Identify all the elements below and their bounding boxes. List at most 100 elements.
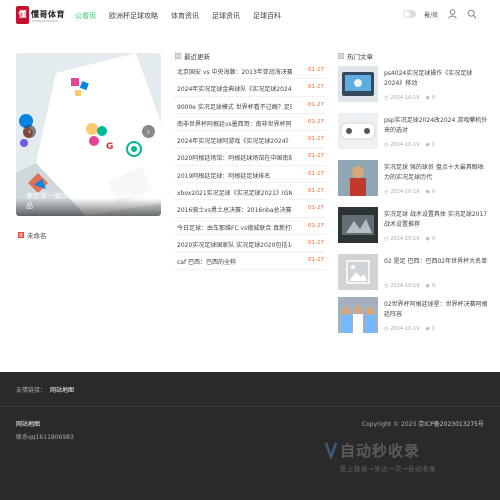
list-item-title[interactable]: 2020阿根廷场馆：阿根廷球场馆在中国南部 <box>177 153 292 162</box>
list-item[interactable]: 实况足球 强的球员 盘点十大最具眼收力的实况足球历代 ◷ 2024-10-19 ◉ 0 <box>338 160 488 200</box>
slider-prev-button[interactable]: ‹ <box>23 125 36 138</box>
site-header: 懂 懂哥体育 DONGGE SPORTS 公看页 欧洲杯足球攻略 体育资讯 足球… <box>0 0 500 34</box>
hot-item-meta: ◷ 2024-10-19 ◉ 0 <box>384 326 435 332</box>
list-item-title[interactable]: 2024年实况足球金典球队《实况足球2024》... <box>177 84 292 93</box>
featured-slider[interactable]: G ‹ › 来欣赏一波Dribble大神Tercbio的Logo作品 <box>16 53 161 216</box>
list-item-date: 01-27 <box>308 136 324 143</box>
placeholder-image-icon <box>338 254 378 290</box>
user-icon[interactable] <box>446 8 458 20</box>
list-item[interactable]: 实况足球 战术设置具体 实况足球2017战术设置推荐 ◷ 2024-10-19 ◉ 0 <box>338 207 488 247</box>
list-item-date: 01-27 <box>308 257 324 264</box>
list-item-title[interactable]: 2020实况足球国家队 实况足球2020包括16... <box>177 240 292 249</box>
hot-item-title[interactable]: 02 是足 巴西：巴西02年世界杯大名单 <box>384 257 488 267</box>
list-item[interactable]: 02世界杯阿根廷球星：世界杯决赛阿根廷阵容 ◷ 2024-10-19 ◉ 0 <box>338 297 488 337</box>
hot-item-date: 2024-10-19 <box>390 189 420 195</box>
hot-item-title[interactable]: 02世界杯阿根廷球星：世界杯决赛阿根廷阵容 <box>384 300 488 320</box>
list-item-title[interactable]: 2024年实况足球阿游戏《实况足球2024》第... <box>177 136 292 145</box>
clock-icon: ◷ <box>384 236 389 242</box>
hot-item-date: 2024-10-19 <box>390 95 420 101</box>
list-item[interactable]: 2020实况足球国家队 实况足球2020包括16... 01-27 <box>175 235 325 253</box>
search-icon[interactable] <box>466 8 478 20</box>
list-item[interactable]: 9000e 实况足球模式 世界杯看不过瘾？足球... 01-27 <box>175 97 325 114</box>
list-item-title[interactable]: caf 巴西：巴西的全称 <box>177 257 292 266</box>
nav-item-football-wiki[interactable]: 足球百科 <box>253 11 281 21</box>
list-item-date: 01-27 <box>308 205 324 212</box>
list-item-title[interactable]: 2016骑士vs勇士总决赛：2016nba总决赛... <box>177 205 292 214</box>
hot-item-title[interactable]: 实况足球 强的球员 盘点十大最具眼收力的实况足球历代 <box>384 163 488 183</box>
list-item-date: 01-27 <box>308 118 324 125</box>
logo-subtext: DONGGE SPORTS <box>32 19 59 23</box>
list-item[interactable]: 2024年实况足球金典球队《实况足球2024》... 01-27 <box>175 79 325 97</box>
list-item[interactable]: 2020阿根廷场馆：阿根廷球场馆在中国南部 01-27 <box>175 148 325 166</box>
article-thumbnail[interactable] <box>338 113 378 149</box>
watermark: 自动秒收录 投上链接→来访一次→自动收录 <box>324 437 484 477</box>
svg-text:G: G <box>106 142 113 152</box>
hot-item-views: 0 <box>431 142 435 148</box>
list-item-title[interactable]: 今日足球：由车那维FC vs德城联合 真新打F... <box>177 223 292 232</box>
list-icon <box>338 53 344 59</box>
friend-links: 友情链接： 网站地图 <box>16 385 74 394</box>
list-item-date: 01-27 <box>308 222 324 229</box>
list-item[interactable]: ps4024实况足球操作《实况足球2024》移动 ◷ 2024-10-19 ◉ 0 <box>338 66 488 106</box>
list-item[interactable]: caf 巴西：巴西的全称 01-27 <box>175 252 325 270</box>
hot-item-title[interactable]: 实况足球 战术设置具体 实况足球2017战术设置推荐 <box>384 210 488 230</box>
hot-title: 热门文章 <box>347 53 373 61</box>
list-item[interactable]: 02 是足 巴西：巴西02年世界杯大名单 ◷ 2024-10-19 ◉ 0 <box>338 254 488 294</box>
latest-heading: 最近更新 <box>175 51 210 61</box>
list-item[interactable]: 北京国安 vs 中央海豚：2013年亚冠海决赛... 01-27 <box>175 62 325 80</box>
nav-item-football-news[interactable]: 足球资讯 <box>212 11 240 21</box>
article-thumbnail[interactable] <box>338 207 378 243</box>
list-item-title[interactable]: 9000e 实况足球模式 世界杯看不过瘾？足球... <box>177 102 292 111</box>
hot-item-views: 0 <box>431 283 435 289</box>
list-item-title[interactable]: 2019阿根廷足球：阿根廷足球排名 <box>177 171 292 180</box>
list-item[interactable]: 2024年实况足球阿游戏《实况足球2024》第... 01-27 <box>175 131 325 149</box>
header-tools: 暑/夜 <box>402 8 478 20</box>
list-item[interactable]: psp实况足球2024改2024 游戏攀机外来的选对 ◷ 2024-10-19 ◉ 0 <box>338 113 488 153</box>
site-logo[interactable]: 懂 懂哥体育 DONGGE SPORTS <box>16 6 72 26</box>
list-icon <box>175 53 181 59</box>
hot-item-title[interactable]: psp实况足球2024改2024 游戏攀机外来的选对 <box>384 116 488 136</box>
article-thumbnail[interactable] <box>338 160 378 196</box>
hot-item-meta: ◷ 2024-10-19 ◉ 0 <box>384 189 435 195</box>
clock-icon: ◷ <box>384 189 389 195</box>
list-item-date: 01-27 <box>308 67 324 73</box>
hot-item-views: 0 <box>431 236 435 242</box>
hot-item-meta: ◷ 2024-10-19 ◉ 0 <box>384 283 435 289</box>
slider-next-button[interactable]: › <box>142 125 155 138</box>
footer-link-sitemap[interactable]: 网站地图 <box>50 387 74 394</box>
article-thumbnail[interactable] <box>338 297 378 333</box>
footer-sitemap-title[interactable]: 网站地图 <box>16 419 40 428</box>
nav-item-euro-guide[interactable]: 欧洲杯足球攻略 <box>109 11 158 21</box>
list-item-title[interactable]: 南非世界杯阿根廷vs墨西哥：南非世界杯阿... <box>177 119 292 128</box>
nav-item-home[interactable]: 公看页 <box>75 11 96 21</box>
list-item[interactable]: 2016骑士vs勇士总决赛：2016nba总决赛... 01-27 <box>175 200 325 218</box>
article-thumbnail[interactable] <box>338 254 378 290</box>
article-thumbnail[interactable] <box>338 66 378 102</box>
icp-link[interactable]: 京ICP备2023013275号 <box>418 421 484 428</box>
below-slider-heading[interactable]: 未命名 <box>18 230 47 240</box>
eye-icon: ◉ <box>425 189 430 195</box>
list-item[interactable]: 南非世界杯阿根廷vs墨西哥：南非世界杯阿... 01-27 <box>175 114 325 132</box>
hot-item-title[interactable]: ps4024实况足球操作《实况足球2024》移动 <box>384 69 488 89</box>
footer-links-bar: 友情链接： 网站地图 <box>0 372 500 406</box>
nav-item-sports-news[interactable]: 体育资讯 <box>171 11 199 21</box>
list-item[interactable]: xbox2021实况足球《实况足球2021》IGN... 01-27 <box>175 183 325 201</box>
clock-icon: ◷ <box>384 95 389 101</box>
main-nav: 公看页 欧洲杯足球攻略 体育资讯 足球资讯 足球百科 <box>75 11 294 21</box>
hot-item-views: 0 <box>431 326 435 332</box>
watermark-sub: 投上链接→来访一次→自动收录 <box>340 465 436 473</box>
theme-toggle-icon[interactable] <box>402 10 416 18</box>
hot-item-date: 2024-10-19 <box>390 142 420 148</box>
hot-item-views: 0 <box>431 189 435 195</box>
list-item[interactable]: 今日足球：由车那维FC vs德城联合 真新打F... 01-27 <box>175 218 325 235</box>
list-item[interactable]: 2019阿根廷足球：阿根廷足球排名 01-27 <box>175 166 325 184</box>
hot-item-meta: ◷ 2024-10-19 ◉ 0 <box>384 95 435 101</box>
footer-copyright: Copyright © 2023 京ICP备2023013275号 <box>362 419 484 428</box>
hot-item-date: 2024-10-19 <box>390 236 420 242</box>
hot-item-date: 2024-10-19 <box>390 283 420 289</box>
clock-icon: ◷ <box>384 283 389 289</box>
list-item-title[interactable]: 北京国安 vs 中央海豚：2013年亚冠海决赛... <box>177 67 292 76</box>
slide-caption[interactable]: 来欣赏一波Dribble大神Tercbio的Logo作品 <box>16 192 161 216</box>
list-item-title[interactable]: xbox2021实况足球《实况足球2021》IGN... <box>177 188 292 197</box>
hot-heading: 热门文章 <box>338 51 373 61</box>
